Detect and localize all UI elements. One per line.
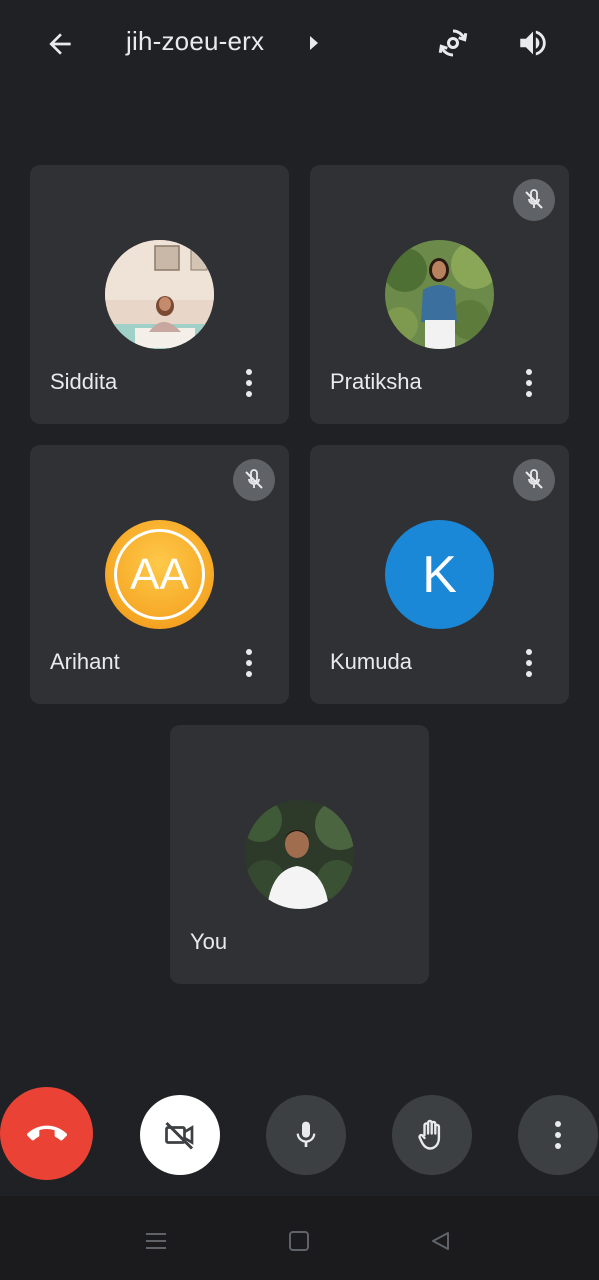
recents-button[interactable] xyxy=(136,1224,176,1258)
avatar-initials: AA xyxy=(130,550,189,599)
system-navigation-bar xyxy=(0,1196,599,1280)
participant-tile[interactable]: Pratiksha xyxy=(310,165,569,424)
avatar xyxy=(245,800,354,909)
avatar-initials: K xyxy=(422,545,457,604)
camera-toggle-button[interactable] xyxy=(140,1095,220,1175)
top-app-bar: jih-zoeu-erx xyxy=(0,0,599,86)
caret-right-icon xyxy=(310,36,318,50)
mic-muted-indicator xyxy=(233,459,275,501)
participant-options-button[interactable] xyxy=(509,365,549,401)
participant-name: You xyxy=(190,929,228,954)
participant-options-button[interactable] xyxy=(229,645,269,681)
participant-name: Pratiksha xyxy=(330,369,422,394)
meeting-details-button[interactable] xyxy=(304,30,324,56)
avatar xyxy=(105,240,214,349)
mic-off-icon xyxy=(245,469,263,489)
mic-icon xyxy=(296,1121,316,1147)
arrow-back-icon xyxy=(49,33,71,55)
home-button[interactable] xyxy=(279,1224,319,1258)
more-vert-icon xyxy=(526,649,532,677)
participant-name: Siddita xyxy=(50,369,118,394)
audio-output-button[interactable] xyxy=(510,20,556,66)
mic-off-icon xyxy=(525,189,543,209)
menu-icon xyxy=(146,1233,166,1249)
triangle-back-icon xyxy=(432,1232,449,1250)
avatar: AA xyxy=(105,520,214,629)
participant-name: Kumuda xyxy=(330,649,412,674)
participant-name: Arihant xyxy=(50,649,120,674)
participant-options-button[interactable] xyxy=(229,365,269,401)
more-vert-icon xyxy=(246,369,252,397)
volume-up-icon xyxy=(520,30,546,56)
participant-tile[interactable]: K Kumuda xyxy=(310,445,569,704)
switch-camera-icon xyxy=(438,29,468,57)
mic-muted-indicator xyxy=(513,179,555,221)
participant-options-button[interactable] xyxy=(509,645,549,681)
end-call-button[interactable] xyxy=(0,1087,93,1180)
mic-off-icon xyxy=(525,469,543,489)
more-vert-icon xyxy=(526,369,532,397)
back-nav-button[interactable] xyxy=(420,1224,460,1258)
more-options-button[interactable] xyxy=(518,1095,598,1175)
back-button[interactable] xyxy=(38,22,82,66)
microphone-toggle-button[interactable] xyxy=(266,1095,346,1175)
more-vert-icon xyxy=(246,649,252,677)
avatar: K xyxy=(385,520,494,629)
meeting-code[interactable]: jih-zoeu-erx xyxy=(126,26,264,57)
mic-muted-indicator xyxy=(513,459,555,501)
participant-tile[interactable]: AA Arihant xyxy=(30,445,289,704)
switch-camera-button[interactable] xyxy=(430,20,476,66)
self-tile[interactable]: You xyxy=(170,725,429,984)
avatar xyxy=(385,240,494,349)
square-icon xyxy=(289,1231,309,1251)
more-vert-icon xyxy=(555,1121,561,1149)
raise-hand-button[interactable] xyxy=(392,1095,472,1175)
videocam-off-icon xyxy=(165,1121,194,1150)
raise-hand-icon xyxy=(418,1119,441,1150)
call-end-icon xyxy=(26,1125,67,1141)
participant-tile[interactable]: Siddita xyxy=(30,165,289,424)
